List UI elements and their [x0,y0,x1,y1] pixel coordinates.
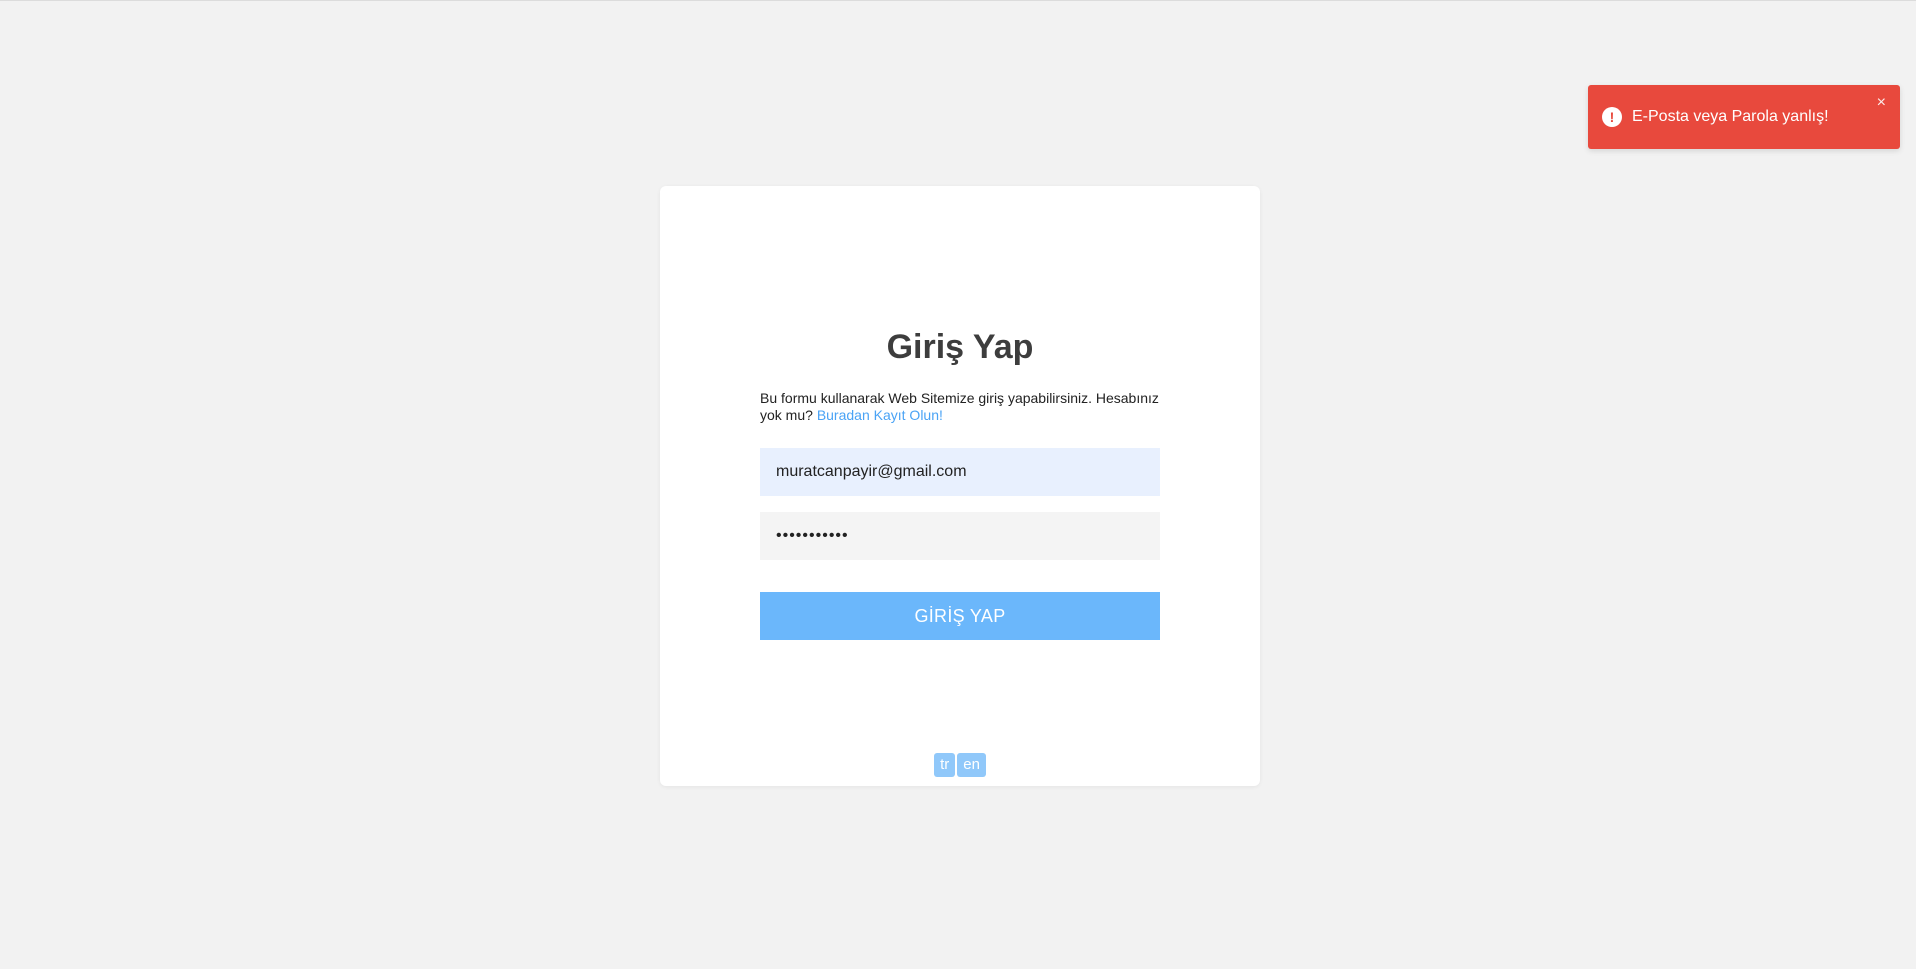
language-tr-button[interactable]: tr [934,753,956,777]
top-border [0,0,1916,1]
password-value: ••••••••••• [776,527,849,544]
language-en-button[interactable]: en [957,753,986,777]
email-field[interactable] [760,448,1160,496]
language-switcher: tr en [660,753,1260,777]
alert-circle-icon: ! [1602,107,1622,127]
login-card: Giriş Yap Bu formu kullanarak Web Sitemi… [660,186,1260,786]
password-field[interactable]: ••••••••••• [760,512,1160,560]
page-title: Giriş Yap [886,328,1034,366]
close-icon[interactable]: × [1877,95,1886,111]
login-description: Bu formu kullanarak Web Sitemize giriş y… [760,390,1160,424]
login-button[interactable]: GİRİŞ YAP [760,592,1160,640]
register-link[interactable]: Buradan Kayıt Olun! [817,407,943,423]
toast-message: E-Posta veya Parola yanlış! [1632,108,1829,125]
error-toast: ! E-Posta veya Parola yanlış! × [1588,85,1900,149]
